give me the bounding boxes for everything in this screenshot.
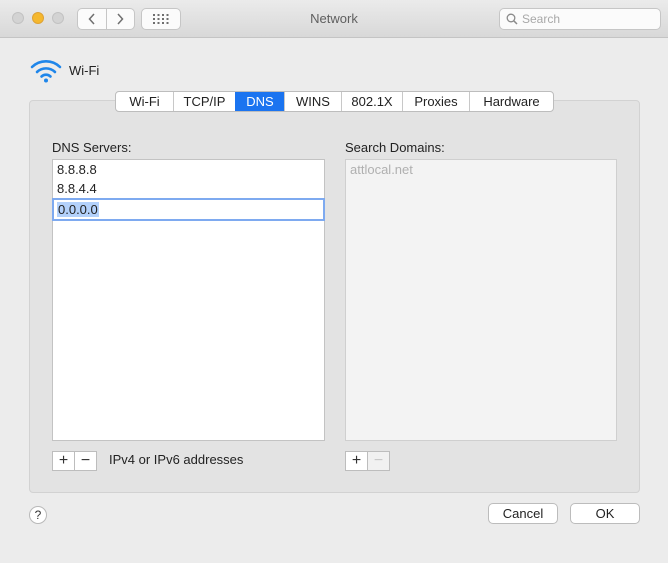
tab-wifi[interactable]: Wi-Fi [116, 92, 173, 111]
tab-dns[interactable]: DNS [235, 92, 284, 111]
interface-name: Wi-Fi [69, 63, 100, 78]
domains-add-remove-control: + − [345, 451, 390, 471]
remove-dns-server-button[interactable]: − [74, 452, 96, 470]
search-input[interactable] [522, 11, 656, 27]
help-button[interactable]: ? [29, 506, 47, 524]
tab-8021x[interactable]: 802.1X [341, 92, 402, 111]
dns-servers-list[interactable]: 8.8.8.8 8.8.4.4 0.0.0.0 [52, 159, 325, 441]
ok-button[interactable]: OK [570, 503, 640, 524]
search-domains-label: Search Domains: [345, 140, 445, 155]
dns-hint-text: IPv4 or IPv6 addresses [109, 452, 244, 467]
selected-text: 0.0.0.0 [57, 202, 99, 217]
title-bar: Network [0, 0, 668, 38]
add-dns-server-button[interactable]: + [53, 452, 74, 470]
wifi-icon [30, 60, 62, 83]
cancel-button[interactable]: Cancel [488, 503, 558, 524]
list-item[interactable]: 8.8.8.8 [53, 160, 324, 179]
tab-hardware[interactable]: Hardware [469, 92, 553, 111]
tab-bar: Wi-Fi TCP/IP DNS WINS 802.1X Proxies Har… [115, 91, 554, 112]
tab-proxies[interactable]: Proxies [402, 92, 469, 111]
list-item[interactable]: 8.8.4.4 [53, 179, 324, 198]
list-item: attlocal.net [350, 162, 413, 177]
search-domains-list[interactable]: attlocal.net [345, 159, 617, 441]
network-preferences-window: Network Wi-Fi Wi-Fi TCP/IP DNS WINS 802.… [0, 0, 668, 563]
add-search-domain-button[interactable]: + [346, 452, 367, 470]
dns-servers-label: DNS Servers: [52, 140, 132, 155]
search-field[interactable] [499, 8, 661, 30]
search-icon [506, 13, 518, 25]
tab-wins[interactable]: WINS [284, 92, 341, 111]
tab-tcpip[interactable]: TCP/IP [173, 92, 235, 111]
dns-add-remove-control: + − [52, 451, 97, 471]
remove-search-domain-button[interactable]: − [367, 452, 389, 470]
dns-server-edit-field[interactable]: 0.0.0.0 [52, 198, 325, 221]
